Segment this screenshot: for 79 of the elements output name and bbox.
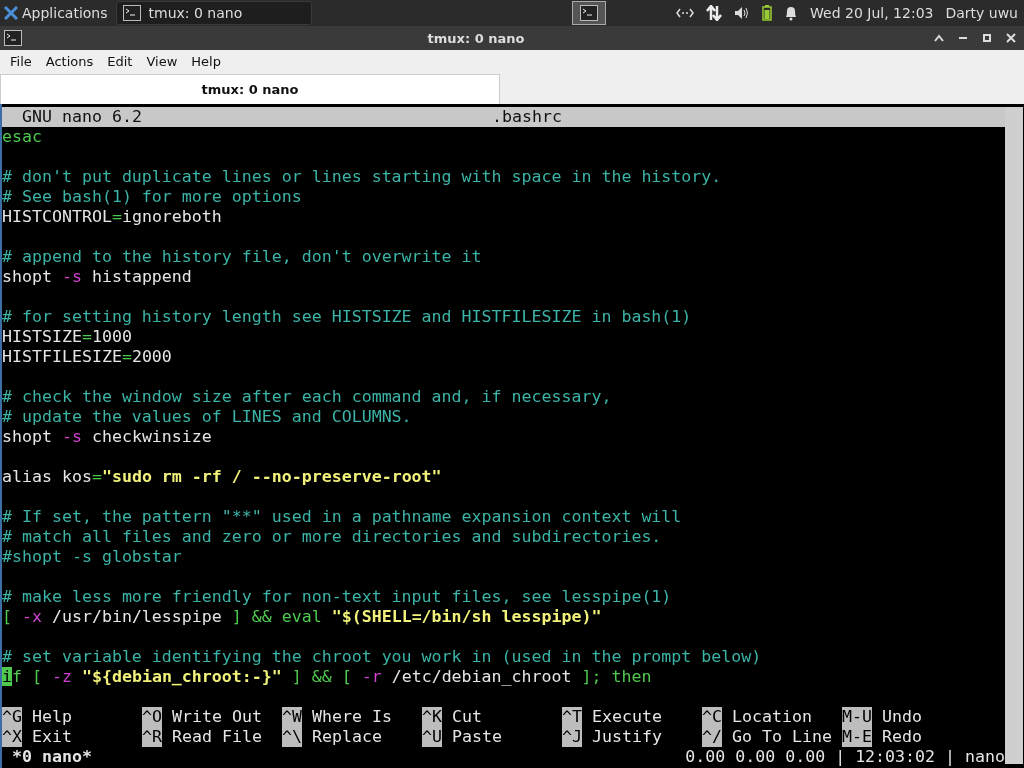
shortcut-label: Paste	[452, 727, 502, 747]
shortcut-key: ^X	[2, 727, 22, 747]
shortcut-key: M-E	[842, 727, 872, 747]
shortcut-label: Cut	[452, 707, 482, 727]
shortcut-label: Read File	[172, 727, 262, 747]
shortcut-label: Replace	[312, 727, 382, 747]
shortcut-label: Location	[732, 707, 812, 727]
taskbar-button[interactable]: tmux: 0 nano	[115, 1, 312, 25]
shortcut-label: Help	[32, 707, 72, 727]
menu-item[interactable]: Help	[184, 53, 228, 69]
code-line: #shopt -s globstar	[2, 547, 183, 567]
transfer-arrows-icon[interactable]	[706, 5, 723, 21]
code-line: shopt -s histappend	[2, 267, 193, 287]
user-name[interactable]: Darty uwu	[945, 5, 1018, 21]
code-line: # append to the history file, don't overwrite it	[2, 247, 483, 267]
menu-item[interactable]: Actions	[38, 53, 101, 69]
shortcut-label: Where Is	[312, 707, 392, 727]
shortcut-key: ^G	[2, 707, 22, 727]
code-line: shopt -s checkwinsize	[2, 427, 213, 447]
terminal-icon	[4, 30, 22, 46]
code-line: # See bash(1) for more options	[2, 187, 303, 207]
file-name: .bashrc	[492, 107, 562, 127]
shortcut-label: Exit	[32, 727, 72, 747]
shortcut-key: ^K	[422, 707, 442, 727]
code-line: # check the window size after each command and, if necessary,	[2, 387, 613, 407]
shortcut-label: Write Out	[172, 707, 262, 727]
code-line: if [ -z "${debian_chroot:-}" ] && [ -r /etc/debian_chroot ]; then	[2, 667, 653, 687]
network-icon[interactable]	[676, 8, 695, 18]
menu-item[interactable]: View	[139, 53, 185, 69]
menu-item[interactable]: File	[3, 53, 39, 69]
shortcut-label: Execute	[592, 707, 662, 727]
workspace-button[interactable]	[571, 1, 606, 25]
code-line: [ -x /usr/bin/lesspipe ] && eval "$(SHELL=/bin/sh lesspipe)"	[2, 607, 603, 627]
x-logo-icon	[4, 6, 18, 20]
code-line: # don't put duplicate lines or lines starting with space in the history.	[2, 167, 723, 187]
tmux-window[interactable]: *0 nano*	[12, 747, 92, 767]
terminal[interactable]	[0, 104, 1024, 768]
code-line: HISTSIZE=1000	[2, 327, 133, 347]
applications-menu[interactable]: Applications	[0, 0, 112, 26]
shortcut-key: ^T	[562, 707, 582, 727]
shortcut-key: ^\	[282, 727, 302, 747]
terminal-icon	[579, 5, 598, 21]
nano-version: GNU nano 6.2	[22, 107, 143, 127]
volume-icon[interactable]	[734, 6, 751, 20]
shortcut-key: ^J	[562, 727, 582, 747]
terminal-tab[interactable]: tmux: 0 nano	[0, 74, 500, 104]
code-line: # If set, the pattern "**" used in a pathname expansion context will	[2, 507, 683, 527]
terminal-icon	[122, 5, 141, 21]
code-line: # make less more friendly for non-text input files, see lesspipe(1)	[2, 587, 673, 607]
code-line: # set variable identifying the chroot you work in (used in the prompt below)	[2, 647, 763, 667]
shortcut-label: Redo	[882, 727, 922, 747]
shortcut-key: ^/	[702, 727, 722, 747]
code-line: esac	[2, 127, 43, 147]
shortcut-label: Justify	[592, 727, 662, 747]
shortcut-key: ^R	[142, 727, 162, 747]
shortcut-key: M-U	[842, 707, 872, 727]
shortcut-key: ^U	[422, 727, 442, 747]
close-icon	[1006, 33, 1016, 43]
code-line: # update the values of LINES and COLUMNS.	[2, 407, 413, 427]
shortcut-label: Undo	[882, 707, 922, 727]
battery-icon[interactable]	[762, 5, 773, 21]
code-line: # match all files and zero or more directories and subdirectories.	[2, 527, 663, 547]
window-title: tmux: 0 nano	[426, 30, 526, 46]
shortcut-key: ^C	[702, 707, 722, 727]
square-icon	[983, 34, 991, 42]
bell-icon[interactable]	[784, 5, 799, 21]
code-line: alias kos="sudo rm -rf / --no-preserve-root"	[2, 467, 443, 487]
tmux-status: 0.00 0.00 0.00 | 12:03:02 | nano	[685, 747, 1005, 767]
shortcut-key: ^W	[282, 707, 302, 727]
scrollbar[interactable]	[1005, 107, 1023, 764]
menu-item[interactable]: Edit	[100, 53, 140, 69]
shortcut-key: ^O	[142, 707, 162, 727]
code-line: HISTCONTROL=ignoreboth	[2, 207, 223, 227]
shortcut-label: Go To Line	[732, 727, 832, 747]
clock[interactable]: Wed 20 Jul, 12:03	[810, 5, 934, 21]
code-line: # for setting history length see HISTSIZE and HISTFILESIZE in bash(1)	[2, 307, 693, 327]
caret-up-icon	[934, 34, 944, 42]
minimize-icon	[959, 37, 967, 39]
code-line: HISTFILESIZE=2000	[2, 347, 173, 367]
